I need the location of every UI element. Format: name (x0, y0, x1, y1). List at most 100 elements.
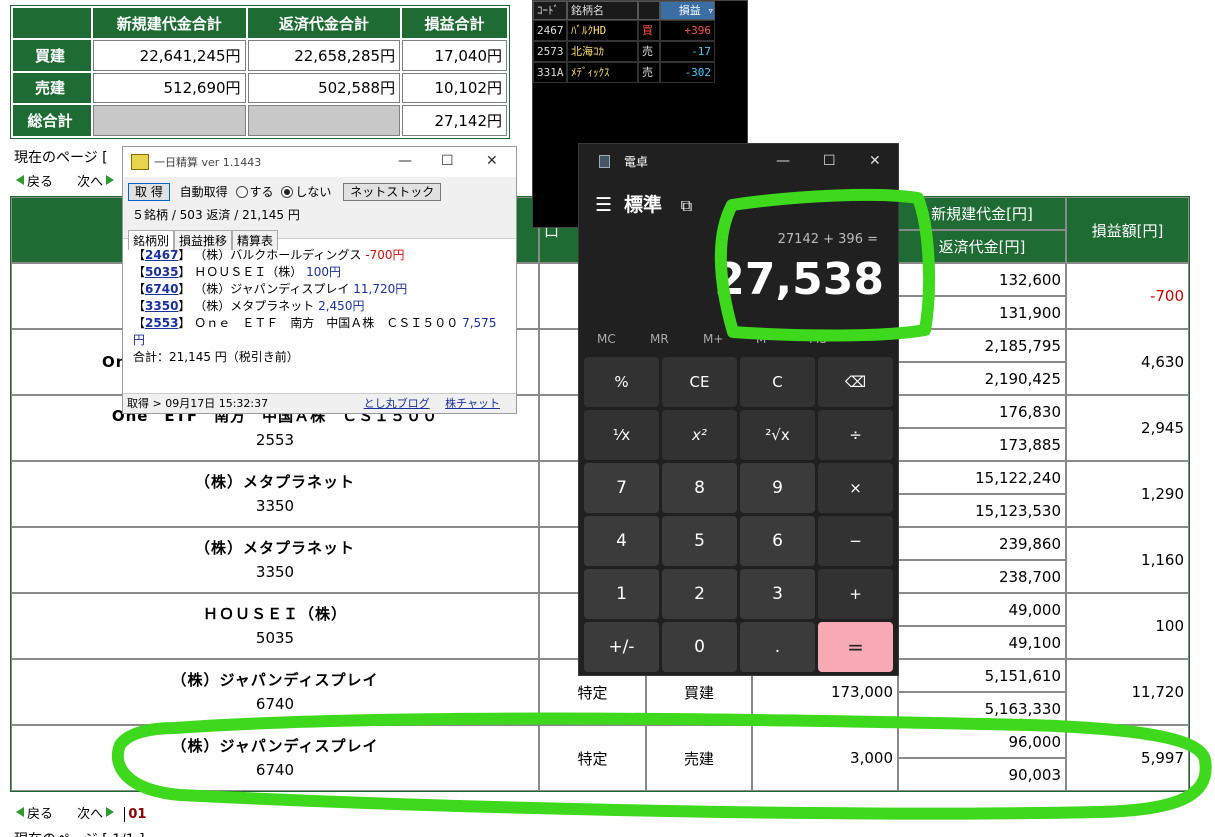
close-icon[interactable]: ✕ (869, 153, 881, 169)
blog-link[interactable]: とし丸ブログ (364, 397, 430, 410)
calc-title: 電卓 (624, 154, 649, 169)
new-amount-cell: 2,185,795 (898, 329, 1066, 362)
add-key[interactable]: + (818, 569, 893, 619)
stock-code-link[interactable]: 5035 (145, 265, 178, 279)
memory-store-button[interactable]: MS (809, 332, 827, 346)
pl-cell: 5,997 (1066, 725, 1189, 791)
ticker-code: 2467 (533, 20, 567, 41)
side-cell: 売建 (646, 725, 752, 791)
repay-amount-cell: 90,003 (898, 758, 1066, 791)
seisan-title: 一日精算 ver 1.1443 (154, 156, 262, 169)
digit-6-key[interactable]: 6 (740, 516, 815, 566)
summary-cell: 512,690円 (93, 72, 246, 104)
qty-cell: 3,000 (752, 725, 898, 791)
clear-key[interactable]: C (740, 357, 815, 407)
calc-expression: 27142 + 396 = (777, 232, 878, 247)
page-input[interactable]: 01 (124, 807, 147, 822)
next-link[interactable]: 次へ (77, 175, 115, 190)
repay-amount-cell: 173,885 (898, 428, 1066, 461)
negate-key[interactable]: +/- (584, 622, 659, 672)
header-repay: 返済代金[円] (898, 230, 1066, 263)
digit-5-key[interactable]: 5 (662, 516, 737, 566)
reciprocal-key[interactable]: ¹⁄x (584, 410, 659, 460)
chat-link[interactable]: 株チャット (445, 397, 500, 410)
repay-amount-cell: 238,700 (898, 560, 1066, 593)
memory-subtract-button[interactable]: M- (756, 332, 771, 346)
radio-off[interactable] (281, 186, 294, 198)
digit-9-key[interactable]: 9 (740, 463, 815, 513)
maximize-icon[interactable]: ☐ (441, 153, 454, 169)
back-link[interactable]: 戻る (16, 807, 53, 822)
radio-on[interactable] (235, 186, 248, 198)
back-link[interactable]: 戻る (16, 175, 53, 190)
digit-1-key[interactable]: 1 (584, 569, 659, 619)
summary-cell: 22,641,245円 (93, 40, 246, 71)
digit-7-key[interactable]: 7 (584, 463, 659, 513)
seisan-item: 【5035】 ＨＯＵＳＥＩ（株） 100円 (133, 265, 341, 279)
netstock-button[interactable]: ネットストック (343, 183, 442, 201)
memory-add-button[interactable]: M+ (703, 332, 723, 346)
calculator-icon (599, 154, 610, 168)
stock-code-link[interactable]: 2553 (145, 316, 178, 330)
digit-0-key[interactable]: 0 (662, 622, 737, 672)
minimize-icon[interactable]: — (776, 153, 790, 169)
summary-header-new: 新規建代金合計 (93, 8, 246, 38)
repay-amount-cell: 131,900 (898, 296, 1066, 329)
percent-key[interactable]: % (584, 357, 659, 407)
radio-off-label: しない (295, 185, 332, 199)
ticker-row[interactable]: 331A ﾒﾃﾞｨｯｸｽ 売 -302 (533, 62, 747, 83)
ticker-header: ｺｰﾄﾞ 銘柄名 損益 ▿ (533, 1, 747, 20)
digit-2-key[interactable]: 2 (662, 569, 737, 619)
sqrt-key[interactable]: ²√x (740, 410, 815, 460)
pl-cell: 2,945 (1066, 395, 1189, 461)
keep-on-top-icon[interactable]: ⧉ (681, 196, 692, 215)
seisan-toolbar: 取 得 自動取得 する しない ネットストック ５銘柄 / 503 返済 / 2… (123, 177, 516, 250)
maximize-icon[interactable]: ☐ (823, 153, 836, 169)
pl-cell: 1,160 (1066, 527, 1189, 593)
hamburger-menu-icon[interactable]: ☰ (595, 194, 612, 216)
summary-cell: 10,102円 (402, 72, 507, 104)
backspace-key[interactable]: ⌫ (818, 357, 893, 407)
square-key[interactable]: x² (662, 410, 737, 460)
stock-code-link[interactable]: 3350 (145, 299, 178, 313)
repay-amount-cell: 2,190,425 (898, 362, 1066, 395)
ticker-header-name[interactable]: 銘柄名 (567, 1, 638, 20)
memory-clear-button[interactable]: MC (597, 332, 616, 346)
header-pl: 損益額[円] (1066, 197, 1189, 263)
next-link[interactable]: 次へ (77, 807, 115, 822)
summary-cell: 17,040円 (402, 40, 507, 71)
stock-code-link[interactable]: 6740 (145, 282, 178, 296)
multiply-key[interactable]: × (818, 463, 893, 513)
digit-3-key[interactable]: 3 (740, 569, 815, 619)
ticker-name: 北海ｺｶ (567, 41, 638, 62)
stock-name-cell: （株）ジャパンディスプレイ 6740 (11, 659, 539, 725)
decimal-key[interactable]: . (740, 622, 815, 672)
memory-recall-button[interactable]: MR (650, 332, 669, 346)
minimize-icon[interactable]: — (398, 153, 412, 169)
close-icon[interactable]: ✕ (486, 153, 498, 169)
repay-amount-cell: 49,100 (898, 626, 1066, 659)
get-button[interactable]: 取 得 (128, 183, 170, 201)
new-amount-cell: 176,830 (898, 395, 1066, 428)
stock-code-link[interactable]: 2467 (145, 248, 178, 262)
digit-8-key[interactable]: 8 (662, 463, 737, 513)
left-arrow-icon (16, 175, 24, 185)
calc-keypad: % CE C ⌫ ¹⁄x x² ²√x ÷ 7 8 9 × 4 5 6 − 1 … (584, 357, 895, 672)
digit-4-key[interactable]: 4 (584, 516, 659, 566)
equals-key[interactable]: = (818, 622, 893, 672)
ticker-row[interactable]: 2467 ﾊﾞﾙｸHD 買 +396 (533, 20, 747, 41)
auto-get-label: 自動取得 (179, 185, 228, 199)
right-arrow-icon (106, 175, 115, 185)
subtract-key[interactable]: − (818, 516, 893, 566)
ticker-header-pl[interactable]: 損益 ▿ (660, 1, 715, 20)
divide-key[interactable]: ÷ (818, 410, 893, 460)
pl-cell: 4,630 (1066, 329, 1189, 395)
calc-titlebar: 電卓 — ☐ ✕ (579, 144, 898, 178)
seisan-item: 【6740】 （株）ジャパンディスプレイ 11,720円 (133, 282, 408, 296)
summary-header-pl: 損益合計 (402, 8, 507, 38)
new-amount-cell: 5,151,610 (898, 659, 1066, 692)
ticker-row[interactable]: 2573 北海ｺｶ 売 -17 (533, 41, 747, 62)
clear-entry-key[interactable]: CE (662, 357, 737, 407)
seisan-list: 【2467】 （株）バルクホールディングス -700円 【5035】 ＨＯＵＳＥ… (123, 239, 516, 366)
ticker-header-code[interactable]: ｺｰﾄﾞ (533, 1, 567, 20)
